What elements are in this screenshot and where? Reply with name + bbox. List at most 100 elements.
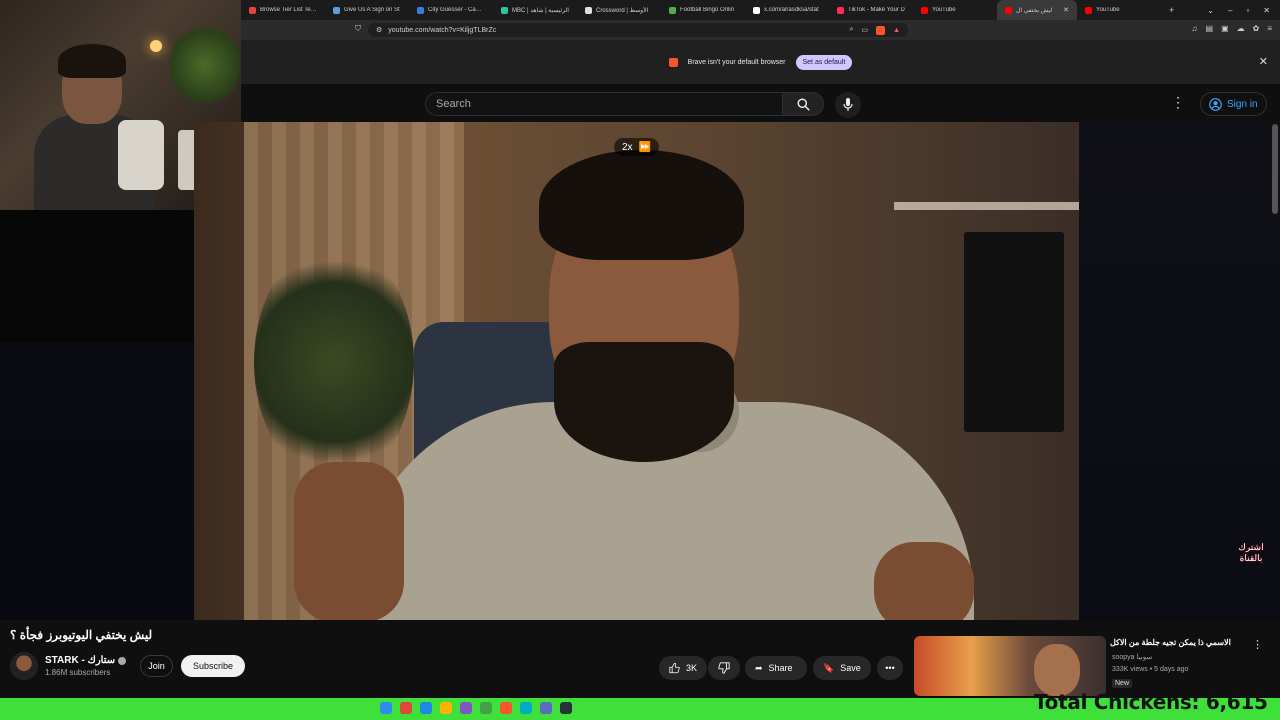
settings-menu-icon[interactable]: ⋮: [1171, 94, 1185, 111]
like-button[interactable]: 3K: [659, 656, 707, 680]
media-icon[interactable]: ♫: [1192, 24, 1198, 33]
bookmark-save-icon: 🔖: [823, 662, 835, 673]
playback-speed-indicator: 2x ⏩: [614, 138, 660, 156]
search-button[interactable]: [782, 92, 824, 116]
video-tv: [964, 232, 1064, 432]
taskbar-app-icon[interactable]: [480, 702, 492, 714]
browser-tab-active[interactable]: ليش يختفي ال ✕: [997, 0, 1077, 20]
browser-tab[interactable]: Football Bingo Onlin: [661, 0, 745, 20]
browser-tab[interactable]: City Guesser - Can yo: [409, 0, 493, 20]
banner-close-icon[interactable]: ✕: [1259, 55, 1268, 68]
subscribe-watermark[interactable]: اشترك بالقناة: [1236, 542, 1266, 564]
video-person-hand: [294, 462, 404, 620]
tab-favicon-icon: [417, 6, 424, 14]
video-player[interactable]: 2x ⏩: [194, 122, 1079, 620]
channel-avatar[interactable]: [10, 652, 38, 680]
wallet-icon[interactable]: ▣: [1221, 24, 1229, 33]
browser-tab[interactable]: MBC | الرئيسية | شاهد: [493, 0, 577, 20]
dislike-button[interactable]: [708, 656, 740, 680]
brave-shields-icon[interactable]: [876, 25, 886, 35]
tab-favicon-icon: [669, 6, 676, 14]
browser-tab-strip: Browse Tier List Temp Give Us A Sign on …: [241, 0, 1280, 20]
new-badge: New: [1112, 679, 1133, 688]
browser-tab[interactable]: YouTube: [913, 0, 997, 20]
minimize-icon[interactable]: –: [1228, 6, 1232, 15]
screen-icon[interactable]: ▭: [861, 26, 868, 34]
tab-label: Crossword | الأوسط: [596, 7, 649, 14]
voice-search-button[interactable]: [835, 92, 861, 118]
taskbar-app-icon[interactable]: [420, 702, 432, 714]
vpn-icon[interactable]: ☁: [1237, 24, 1245, 33]
taskbar: [380, 702, 572, 714]
menu-icon[interactable]: ≡: [1267, 24, 1272, 33]
bookmark-icon[interactable]: ⛉: [355, 24, 361, 34]
maximize-icon[interactable]: ▫: [1246, 6, 1249, 15]
tab-favicon-icon: [501, 6, 508, 14]
zoom-icon[interactable]: ⌕: [850, 26, 854, 34]
taskbar-app-icon[interactable]: [500, 702, 512, 714]
taskbar-app-icon[interactable]: [540, 702, 552, 714]
verified-icon: [118, 656, 127, 665]
tab-label: ليش يختفي ال: [1016, 7, 1053, 14]
share-label: Share: [768, 663, 793, 673]
page-scrollbar[interactable]: [1272, 124, 1278, 214]
close-window-icon[interactable]: ✕: [1263, 6, 1270, 15]
channel-name[interactable]: STARK - ستارك: [45, 655, 127, 666]
share-button[interactable]: ➦ Share: [745, 656, 807, 680]
new-tab-icon[interactable]: +: [1161, 5, 1182, 15]
tab-close-icon[interactable]: ✕: [1063, 6, 1069, 14]
like-count: 3K: [685, 663, 697, 673]
taskbar-app-icon[interactable]: [380, 702, 392, 714]
url-text: youtube.com/watch?v=KiljgTLBrZc: [388, 26, 497, 34]
save-button[interactable]: 🔖 Save: [813, 656, 871, 680]
webcam-person-hair: [58, 44, 126, 78]
site-info-icon[interactable]: ⚙: [376, 26, 382, 34]
thumbnail-face: [1034, 644, 1080, 696]
tab-label: City Guesser - Can yo: [428, 7, 485, 13]
recommended-thumbnail[interactable]: [914, 636, 1106, 696]
subscribe-button[interactable]: Subscribe: [181, 655, 245, 677]
tab-label: MBC | الرئيسية | شاهد: [512, 7, 569, 14]
tab-label: Give Us A Sign on St: [344, 7, 400, 13]
sign-in-button[interactable]: Sign in: [1200, 92, 1267, 116]
recommended-menu-icon[interactable]: ⋮: [1252, 638, 1263, 651]
tab-favicon-icon: [249, 6, 256, 14]
tab-label: Football Bingo Onlin: [680, 7, 735, 13]
microphone-icon: [843, 98, 853, 111]
youtube-header: Search ⋮ Sign in: [241, 84, 1280, 122]
extensions-icon[interactable]: ✿: [1253, 24, 1260, 33]
join-button[interactable]: Join: [140, 655, 173, 677]
url-field[interactable]: ⚙ youtube.com/watch?v=KiljgTLBrZc ⌕ ▭ ▲: [368, 23, 908, 37]
set-default-button[interactable]: Set as default: [795, 54, 853, 70]
browser-tab[interactable]: Crossword | الأوسط: [577, 0, 661, 20]
account-icon: [1209, 97, 1222, 111]
recommended-channel[interactable]: soopya سوبيا: [1112, 653, 1152, 661]
subscriber-count: 1.86M subscribers: [45, 668, 111, 677]
speed-label: 2x: [622, 141, 633, 153]
tab-favicon-icon: [585, 6, 592, 14]
chickens-counter: Total Chickens: 6,615: [1034, 690, 1268, 714]
tab-label: YouTube: [932, 7, 956, 13]
brave-logo-icon: [668, 57, 678, 67]
more-actions-button[interactable]: •••: [877, 656, 903, 680]
taskbar-app-icon[interactable]: [400, 702, 412, 714]
taskbar-app-icon[interactable]: [460, 702, 472, 714]
recommended-title[interactable]: الاسمي ذا يمكن تجيه جلطة من الاكل: [1110, 638, 1250, 647]
search-input[interactable]: Search: [425, 92, 782, 116]
recommended-video[interactable]: الاسمي ذا يمكن تجيه جلطة من الاكل soopya…: [914, 636, 1270, 698]
taskbar-app-icon[interactable]: [520, 702, 532, 714]
browser-tab[interactable]: YouTube: [1077, 0, 1161, 20]
share-icon: ➦: [755, 662, 763, 673]
browser-tab[interactable]: x.com/alrasdksa/stat: [745, 0, 829, 20]
taskbar-app-icon[interactable]: [440, 702, 452, 714]
browser-tab[interactable]: Give Us A Sign on St: [325, 0, 409, 20]
browser-tab[interactable]: TikTok - Make Your D: [829, 0, 913, 20]
taskbar-app-icon[interactable]: [560, 702, 572, 714]
banner-text: Brave isn't your default browser: [687, 58, 786, 66]
left-background: [0, 342, 194, 620]
tab-favicon-icon: [921, 6, 928, 14]
tab-list-icon[interactable]: ⌄: [1207, 6, 1214, 15]
brave-rewards-icon[interactable]: ▲: [893, 27, 900, 34]
sidebar-icon[interactable]: ▤: [1206, 24, 1214, 33]
browser-tab[interactable]: Browse Tier List Temp: [241, 0, 325, 20]
